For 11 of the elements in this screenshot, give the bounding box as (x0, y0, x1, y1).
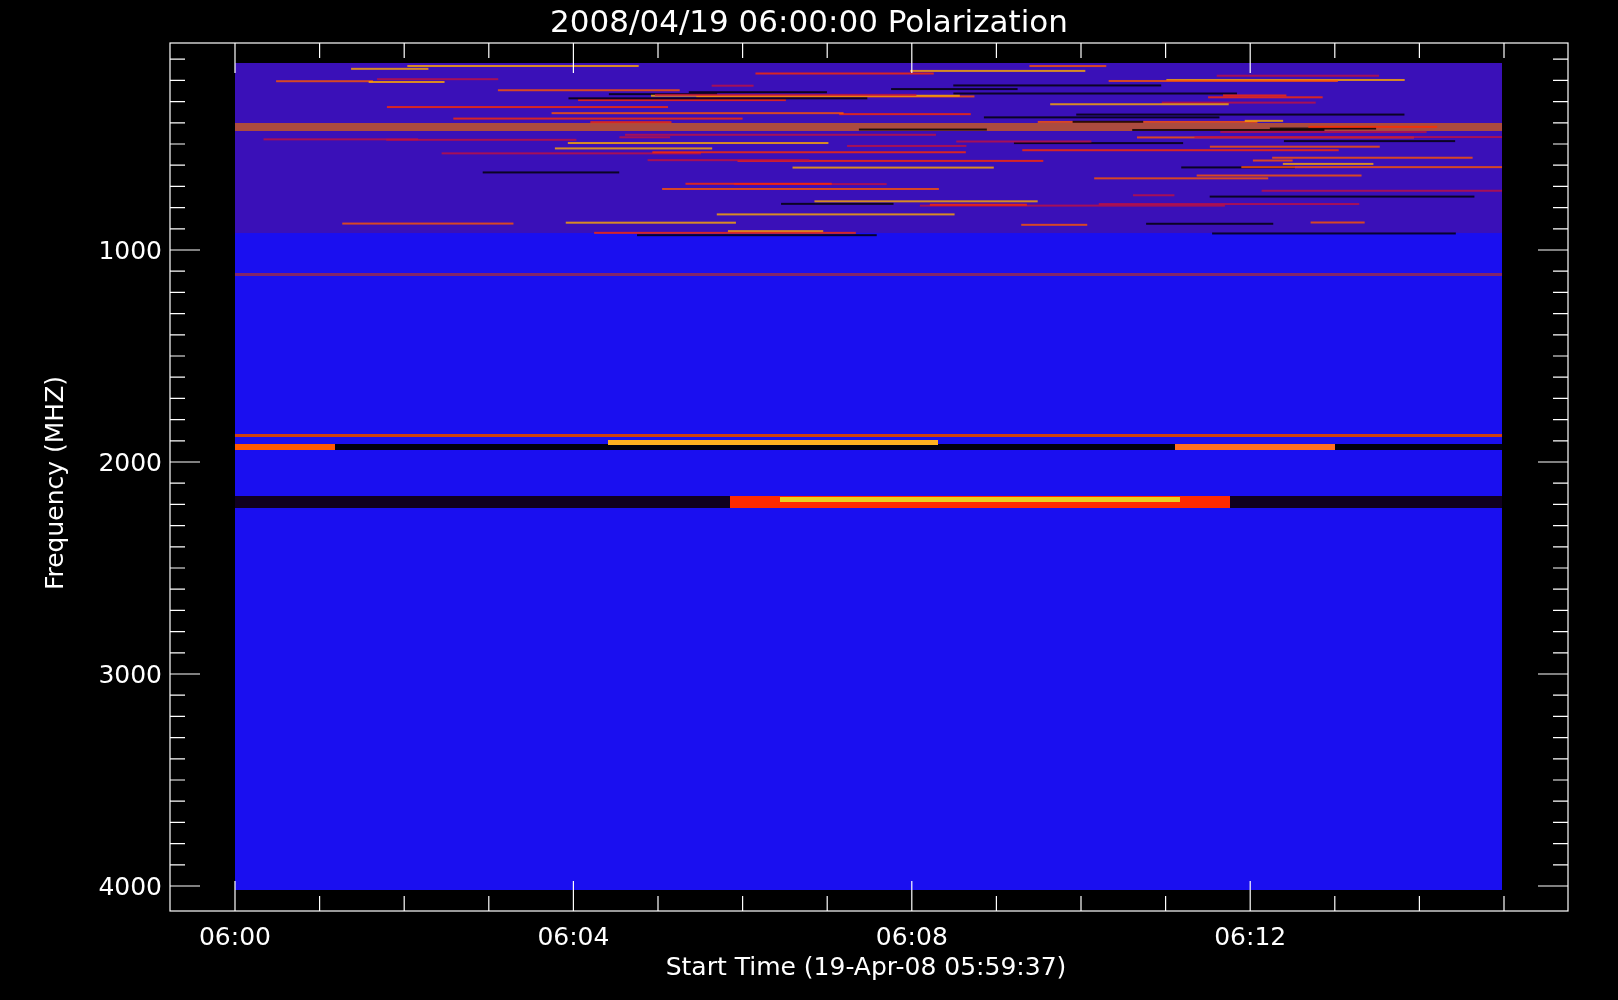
y-tick-label: 2000 (98, 448, 162, 477)
plot-title: 2008/04/19 06:00:00 Polarization (550, 3, 1068, 39)
y-tick-label: 4000 (98, 872, 162, 901)
x-tick-label: 06:04 (537, 922, 610, 951)
x-tick-label: 06:08 (875, 922, 948, 951)
x-tick-label: 06:12 (1214, 922, 1287, 951)
y-tick-label: 1000 (98, 236, 162, 265)
x-tick-label: 06:00 (199, 922, 271, 951)
y-axis-label: Frequency (MHZ) (40, 375, 69, 591)
x-axis-label: Start Time (19-Apr-08 05:59:37) (665, 952, 1067, 981)
y-tick-label: 3000 (98, 660, 162, 689)
